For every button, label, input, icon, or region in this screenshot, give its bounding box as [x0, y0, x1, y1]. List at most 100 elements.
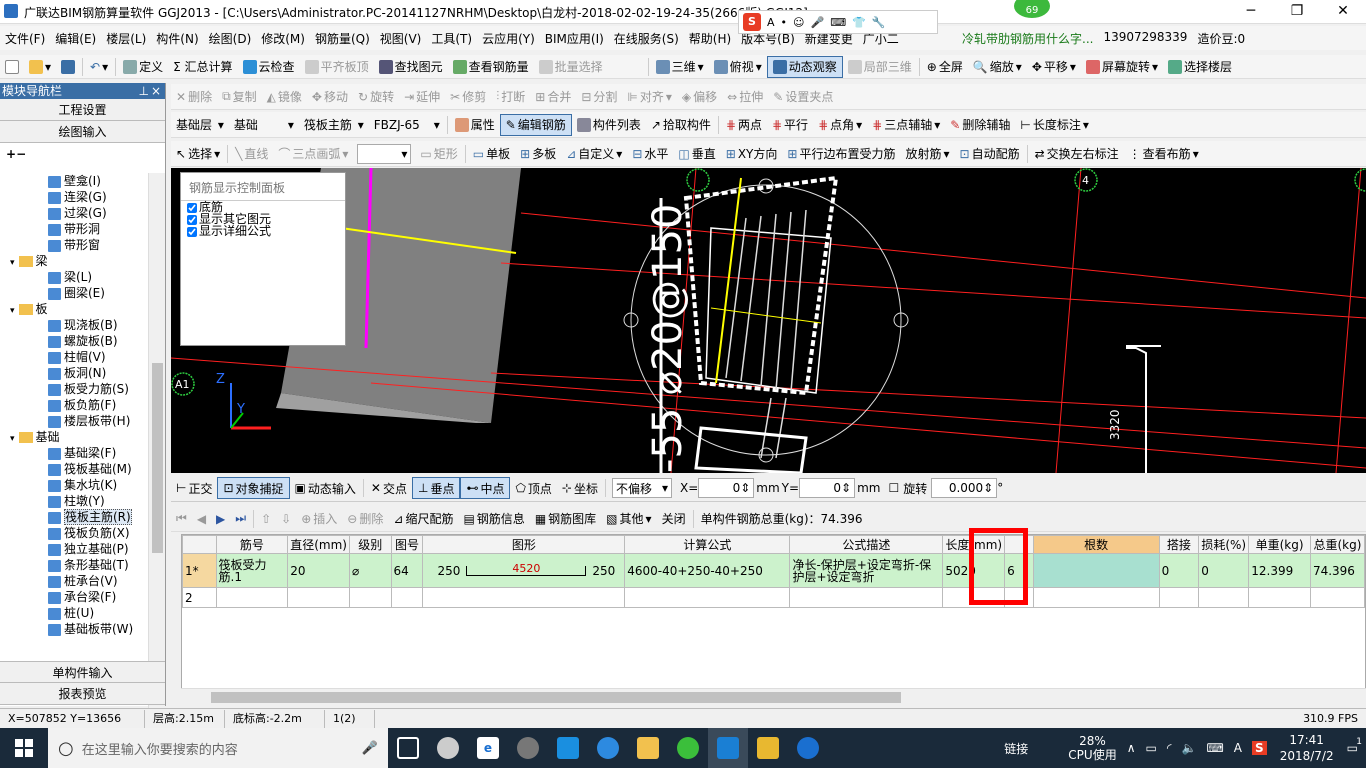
tree-item[interactable]: 基础梁(F)	[0, 445, 148, 461]
custom-button[interactable]: ⊿ 自定义 ▾	[561, 143, 627, 165]
menu-floor[interactable]: 楼层(L)	[101, 30, 151, 47]
edit-rebar-button[interactable]: ✎ 编辑钢筋	[499, 113, 572, 136]
price-beans[interactable]: 造价豆:0	[1197, 30, 1245, 47]
tree-item[interactable]: 梁(L)	[0, 269, 148, 285]
x-input[interactable]: 0 ⇕	[698, 478, 755, 498]
rebar-library-button[interactable]: ▦ 钢筋图库	[530, 508, 601, 530]
top-view-button[interactable]: 俯视 ▾	[709, 56, 767, 78]
set-grip-button[interactable]: ✎ 设置夹点	[768, 86, 838, 108]
cell-desc[interactable]: 净长-保护层+设定弯折-保护层+设定弯折	[789, 553, 944, 588]
tree-item[interactable]: 壁龛(I)	[0, 173, 148, 189]
option-show-formula[interactable]: 显示详细公式	[181, 225, 345, 237]
vertex-button[interactable]: ⬠ 顶点	[510, 477, 556, 499]
app-edge[interactable]	[548, 728, 588, 768]
tools-icon[interactable]: 🔧	[872, 16, 886, 29]
break-button[interactable]: ⫶ 打断	[491, 86, 530, 108]
app-ie2[interactable]	[588, 728, 628, 768]
app-explorer[interactable]	[628, 728, 668, 768]
tree-item[interactable]: 现浇板(B)	[0, 317, 148, 333]
taskbar-search[interactable]: ○ 在这里输入你要搜索的内容 🎤	[48, 728, 388, 768]
nav-draw-input[interactable]: 绘图输入	[0, 121, 165, 143]
tree-item[interactable]: 过梁(G)	[0, 205, 148, 221]
tree-item[interactable]: 基础板带(W)	[0, 621, 148, 637]
keyboard-icon[interactable]: ⌨	[830, 16, 846, 29]
category-select[interactable]: 基础 ▾	[229, 114, 299, 136]
insert-row-button[interactable]: ⊕ 插入	[296, 508, 342, 530]
save-button[interactable]	[56, 56, 80, 78]
tree-item[interactable]: 条形基础(T)	[0, 557, 148, 573]
cell-count[interactable]	[1032, 553, 1160, 588]
undo-button[interactable]: ↶ ▾	[85, 56, 113, 78]
nav-report-preview[interactable]: 报表预览	[0, 683, 165, 705]
tree-item[interactable]: 连梁(G)	[0, 189, 148, 205]
line-button[interactable]: ╲ 直线	[230, 143, 273, 165]
tree-item[interactable]: 独立基础(P)	[0, 541, 148, 557]
midpoint-button[interactable]: ⊷ 中点	[460, 477, 511, 499]
tree-item[interactable]: 桩承台(V)	[0, 573, 148, 589]
column-header[interactable]: 筋号	[215, 535, 289, 554]
drawing-canvas[interactable]: 3320 -55 ⌀20@150 A1 4 Z Y	[171, 168, 1366, 473]
tray-link[interactable]: 链接	[1004, 740, 1028, 757]
app-ie[interactable]: e	[468, 728, 508, 768]
tree-folder[interactable]: ▾ 基础	[0, 429, 148, 445]
menu-file[interactable]: 文件(F)	[0, 30, 50, 47]
mic-icon[interactable]: 🎤	[811, 16, 825, 29]
app-glodon[interactable]	[788, 728, 828, 768]
skin-icon[interactable]: 👕	[852, 16, 866, 29]
parallel-edge-rebar-button[interactable]: ⊞ 平行边布置受力筋	[782, 143, 900, 165]
app-pinwheel[interactable]	[428, 728, 468, 768]
three-point-axis-button[interactable]: ⋕ 三点辅轴 ▾	[867, 114, 945, 136]
draw-mode-select[interactable]: ▾	[357, 143, 412, 164]
punct-icon[interactable]: •	[781, 16, 788, 29]
tree-item[interactable]: 板负筋(F)	[0, 397, 148, 413]
view-rebar-qty-button[interactable]: 查看钢筋量	[448, 56, 534, 78]
menu-view[interactable]: 视图(V)	[375, 30, 427, 47]
view-rebar-layout-button[interactable]: ⋮ 查看布筋 ▾	[1124, 143, 1204, 165]
collapse-icon[interactable]: ▾	[10, 258, 15, 268]
rotate-input[interactable]: 0.000 ⇕	[931, 478, 998, 498]
xy-direction-button[interactable]: ⊞ XY方向	[721, 143, 783, 165]
delete-row-button[interactable]: ⊖ 删除	[342, 508, 388, 530]
column-header[interactable]: 长度(mm)	[942, 535, 1006, 554]
keyboard-tray-icon[interactable]: ⌨	[1206, 741, 1223, 755]
tree-item[interactable]: 板受力筋(S)	[0, 381, 148, 397]
ime-mode[interactable]: A	[767, 16, 775, 29]
cell-formula[interactable]: 4600-40+250-40+250	[624, 553, 791, 588]
grid-hscroll[interactable]	[181, 688, 1366, 705]
cell-length[interactable]	[942, 587, 1006, 608]
cell-grade[interactable]	[348, 587, 392, 608]
copy-button[interactable]: ⧉ 复制	[217, 86, 262, 108]
cell-name[interactable]	[215, 587, 289, 608]
network-icon[interactable]: ◜	[1167, 741, 1172, 755]
task-view-button[interactable]	[388, 728, 428, 768]
tree-item[interactable]: 承台梁(F)	[0, 589, 148, 605]
batch-select-button[interactable]: 批量选择	[534, 56, 608, 78]
y-input[interactable]: 0 ⇕	[799, 478, 856, 498]
member-type-select[interactable]: 筏板主筋 ▾	[299, 114, 369, 136]
cell-fig[interactable]: 64	[390, 553, 424, 588]
app-browser[interactable]	[508, 728, 548, 768]
arc-button[interactable]: ⌒ 三点画弧 ▾	[273, 143, 353, 165]
cell-length[interactable]: 5020	[942, 553, 1006, 588]
cell-idx[interactable]: 2	[182, 587, 217, 608]
tree-item[interactable]: 筏板主筋(R)	[0, 509, 148, 525]
member-name-select[interactable]: FBZJ-65 ▾	[369, 114, 445, 136]
select-button[interactable]: ↖ 选择 ▾	[171, 143, 225, 165]
tree-item[interactable]: 集水坑(K)	[0, 477, 148, 493]
column-header[interactable]: 损耗(%)	[1198, 535, 1250, 554]
app-360[interactable]	[668, 728, 708, 768]
tree-item[interactable]: 筏板基础(M)	[0, 461, 148, 477]
menu-tools[interactable]: 工具(T)	[426, 30, 477, 47]
dynamic-input-button[interactable]: ▣ 动态输入	[290, 477, 361, 499]
rotate-button[interactable]: ↻ 旋转	[353, 86, 399, 108]
user-phone[interactable]: 13907298339	[1103, 30, 1187, 47]
scale-rebar-button[interactable]: ⊿ 缩尺配筋	[388, 508, 458, 530]
swap-labels-button[interactable]: ⇄ 交换左右标注	[1030, 143, 1124, 165]
cell-total-weight[interactable]	[1309, 587, 1366, 608]
table-row[interactable]: 1* 筏板受力筋.1 20 ⌀ 64 250 4520 250 4600-40+250-40+2…	[182, 553, 1366, 588]
intersection-button[interactable]: ✕ 交点	[366, 477, 412, 499]
tree-item[interactable]: 板洞(N)	[0, 365, 148, 381]
menu-member[interactable]: 构件(N)	[151, 30, 203, 47]
rotate-checkbox[interactable]: ☐	[888, 481, 899, 495]
cell-shape[interactable]: 250 4520 250	[422, 553, 626, 588]
